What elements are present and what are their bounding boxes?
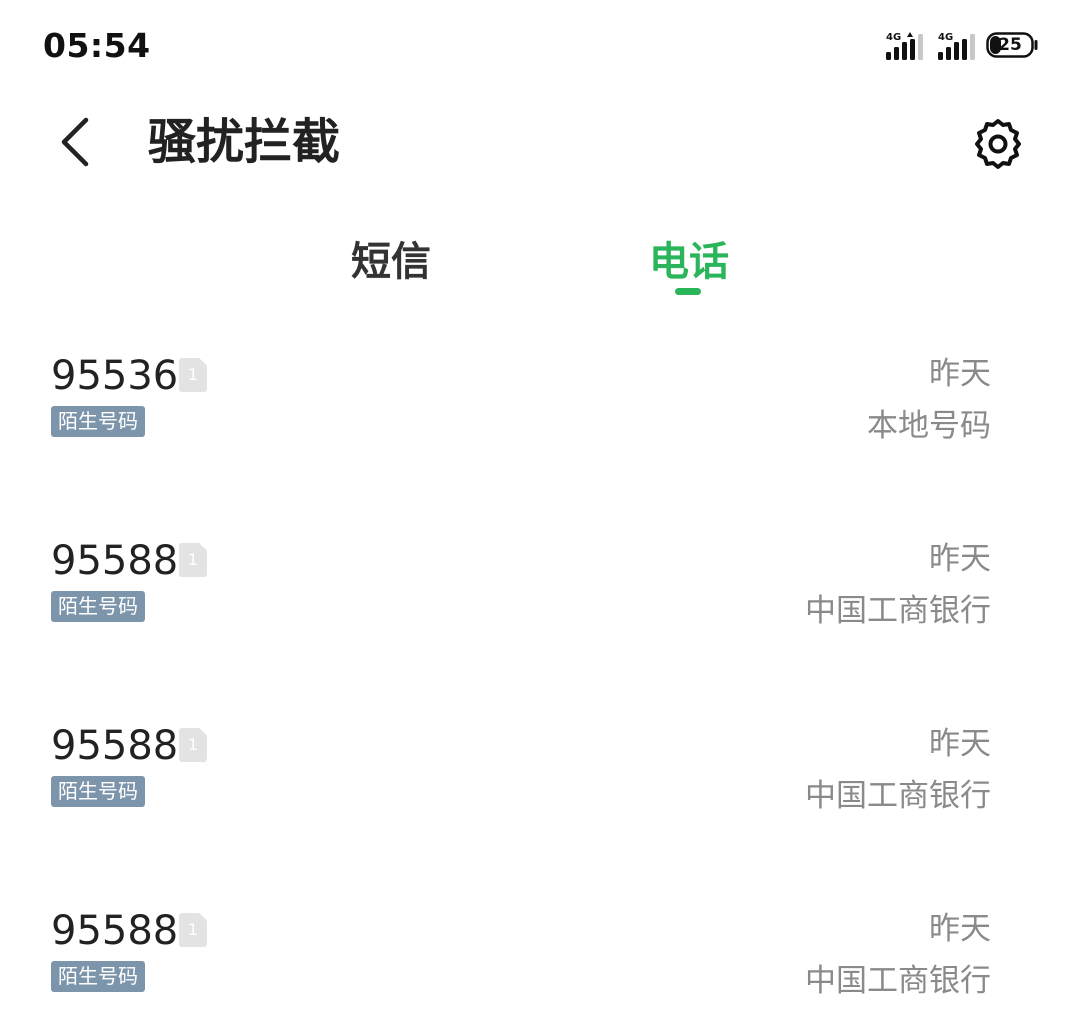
settings-button[interactable] <box>970 116 1026 172</box>
sim-card-icon: 1 <box>179 358 207 392</box>
sim-slot-label: 1 <box>187 920 199 939</box>
tab-bar: 短信 电话 <box>0 222 1080 312</box>
battery-icon: 25 <box>986 32 1038 58</box>
signal-label: 4G <box>886 32 901 43</box>
call-location: 中国工商银行 <box>805 963 991 999</box>
status-time: 05:54 <box>43 26 151 65</box>
number-tag-badge: 陌生号码 <box>51 776 145 807</box>
number-tag-badge: 陌生号码 <box>51 591 145 622</box>
page-title: 骚扰拦截 <box>148 114 341 170</box>
gear-icon <box>975 119 1021 169</box>
tab-calls[interactable]: 电话 <box>649 232 729 292</box>
call-time: 昨天 <box>929 911 991 947</box>
back-button[interactable] <box>52 112 104 172</box>
call-time: 昨天 <box>929 726 991 762</box>
battery-level: 25 <box>998 35 1022 55</box>
list-item[interactable]: 95588 1 陌生号码 昨天 中国工商银行 <box>0 885 1080 1035</box>
call-time: 昨天 <box>929 541 991 577</box>
list-item[interactable]: 95588 1 陌生号码 昨天 中国工商银行 <box>0 515 1080 665</box>
call-location: 中国工商银行 <box>805 778 991 814</box>
call-location: 本地号码 <box>867 408 991 444</box>
list-item[interactable]: 95588 1 陌生号码 昨天 中国工商银行 <box>0 700 1080 850</box>
active-tab-indicator <box>675 288 701 295</box>
call-number: 95536 <box>51 353 179 399</box>
signal-label: 4G <box>938 32 953 43</box>
call-number: 95588 <box>51 723 179 769</box>
sim-slot-label: 1 <box>187 550 199 569</box>
chevron-left-icon <box>61 117 89 167</box>
sim-slot-label: 1 <box>187 365 199 384</box>
cellular-signal-icon: 4G <box>886 32 923 60</box>
list-item[interactable]: 95536 1 陌生号码 昨天 本地号码 <box>0 330 1080 480</box>
cellular-signal-icon: 4G <box>938 32 975 60</box>
call-number: 95588 <box>51 538 179 584</box>
number-tag-badge: 陌生号码 <box>51 406 145 437</box>
sim-card-icon: 1 <box>179 543 207 577</box>
sim-card-icon: 1 <box>179 913 207 947</box>
status-bar: 05:54 4G 4G 25 <box>0 0 1080 92</box>
sim-card-icon: 1 <box>179 728 207 762</box>
tab-sms[interactable]: 短信 <box>351 232 431 292</box>
call-number: 95588 <box>51 908 179 954</box>
call-location: 中国工商银行 <box>805 593 991 629</box>
sim-slot-label: 1 <box>187 735 199 754</box>
call-time: 昨天 <box>929 356 991 392</box>
number-tag-badge: 陌生号码 <box>51 961 145 992</box>
app-header: 骚扰拦截 <box>0 92 1080 192</box>
